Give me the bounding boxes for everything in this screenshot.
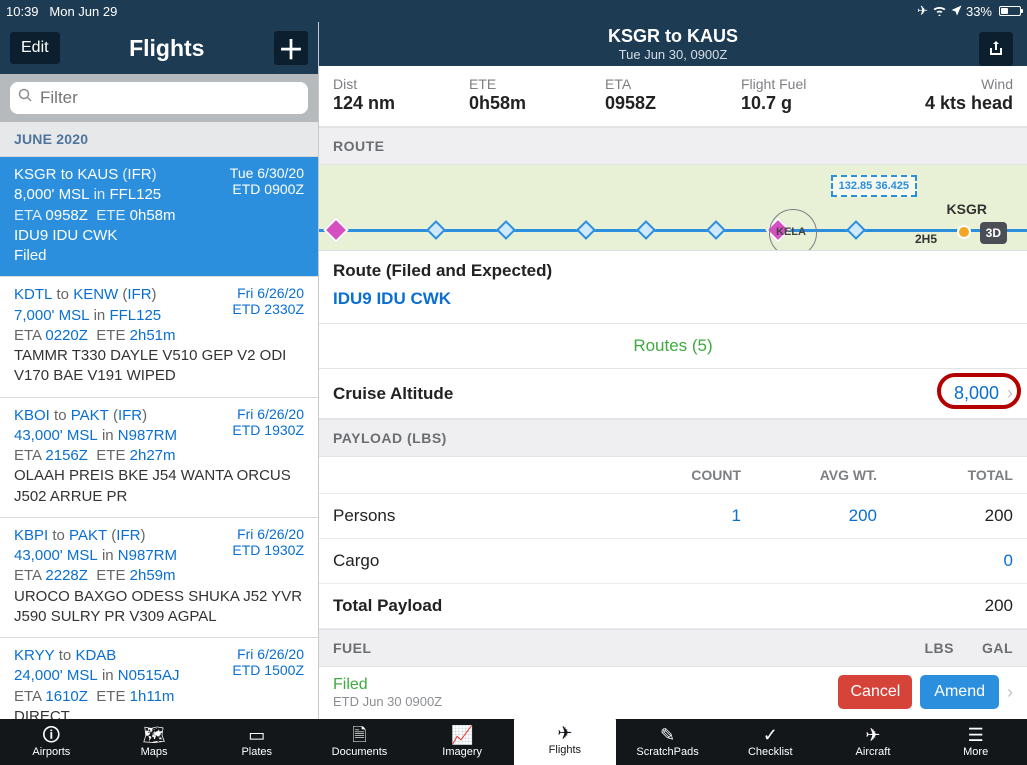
fuel-label: Flight Fuel	[741, 76, 877, 92]
route-section-header: ROUTE	[319, 127, 1027, 165]
aircraft-dot-icon	[957, 225, 971, 239]
tab-maps[interactable]: 🗺Maps	[103, 719, 206, 765]
payload-section-header: PAYLOAD (LBS)	[319, 419, 1027, 457]
dist-label: Dist	[333, 76, 469, 92]
wind-label: Wind	[877, 76, 1013, 92]
status-date: Mon Jun 29	[49, 4, 117, 19]
ksgr-label: KSGR	[947, 201, 987, 217]
tab-checklist[interactable]: ✓Checklist	[719, 719, 822, 765]
filed-row[interactable]: Filed ETD Jun 30 0900Z Cancel Amend ›	[319, 667, 1027, 719]
flight-list-item[interactable]: KSGR to KAUS (IFR)8,000' MSL in FFL125ET…	[0, 157, 318, 277]
edit-button[interactable]: Edit	[10, 32, 60, 64]
tab-flights[interactable]: ✈︎Flights	[514, 715, 617, 765]
cargo-total[interactable]: 0	[877, 551, 1013, 571]
persons-label: Persons	[333, 506, 605, 526]
detail-subtitle: Tue Jun 30, 0900Z	[608, 47, 738, 62]
persons-total: 200	[877, 506, 1013, 526]
filed-label: Filed	[333, 676, 442, 694]
cruise-label: Cruise Altitude	[333, 384, 453, 404]
eta-label: ETA	[605, 76, 741, 92]
wind-value: 4 kts head	[877, 93, 1013, 114]
filed-sub: ETD Jun 30 0900Z	[333, 694, 442, 709]
total-payload-value: 200	[877, 596, 1013, 616]
fuel-section-header: FUEL LBS GAL	[319, 629, 1027, 667]
detail-header: KSGR to KAUS Tue Jun 30, 0900Z	[319, 22, 1027, 66]
maps-icon: 🗺	[143, 726, 166, 744]
scratchpads-icon: ✎	[660, 726, 675, 744]
total-payload-label: Total Payload	[333, 596, 605, 616]
checklist-icon: ✓	[763, 726, 778, 744]
flight-list-item[interactable]: KDTL to KENW (IFR)7,000' MSL in FFL125ET…	[0, 277, 318, 397]
airplane-mode-icon: ✈︎	[917, 3, 928, 19]
filter-input[interactable]	[10, 82, 308, 114]
flight-list-item[interactable]: KBOI to PAKT (IFR)43,000' MSL in N987RME…	[0, 398, 318, 518]
route-block[interactable]: Route (Filed and Expected) IDU9 IDU CWK	[319, 251, 1027, 324]
total-header: TOTAL	[877, 467, 1013, 483]
more-icon: ☰	[968, 726, 984, 744]
sidebar-header: Edit Flights ＋	[0, 22, 318, 74]
highlight-annotation	[937, 373, 1021, 409]
month-header: JUNE 2020	[0, 122, 318, 157]
status-bar: 10:39 Mon Jun 29 ✈︎ 33%	[0, 0, 1027, 22]
aircraft-icon: ✈	[865, 726, 880, 744]
tab-bar: 🛈Airports 🗺Maps ▭Plates 🗎Documents 📈Imag…	[0, 719, 1027, 765]
cargo-label: Cargo	[333, 551, 605, 571]
route-title: Route (Filed and Expected)	[333, 261, 1013, 281]
kela-waypoint: KELA	[769, 209, 817, 251]
eta-value: 0958Z	[605, 93, 741, 114]
persons-row[interactable]: Persons 1 200 200	[319, 494, 1027, 539]
detail-title: KSGR to KAUS	[608, 26, 738, 47]
flight-list: KSGR to KAUS (IFR)8,000' MSL in FFL125ET…	[0, 157, 318, 719]
flight-stats: Dist124 nm ETE0h58m ETA0958Z Flight Fuel…	[319, 66, 1027, 127]
amend-button[interactable]: Amend	[920, 675, 999, 709]
battery-percent: 33%	[966, 4, 992, 19]
tab-more[interactable]: ☰More	[924, 719, 1027, 765]
flight-detail: KSGR to KAUS Tue Jun 30, 0900Z Dist124 n…	[318, 22, 1027, 719]
imagery-icon: 📈	[451, 726, 473, 744]
cruise-altitude-row[interactable]: Cruise Altitude 8,000 ›	[319, 369, 1027, 419]
flight-list-item[interactable]: KBPI to PAKT (IFR)43,000' MSL in N987RME…	[0, 518, 318, 638]
airports-icon: 🛈	[42, 726, 60, 744]
avgwt-header: AVG WT.	[741, 467, 877, 483]
sidebar-title: Flights	[60, 35, 274, 62]
route-map[interactable]: KELA 132.85 36.425 KSGR 2H5 3D	[319, 165, 1027, 251]
status-time: 10:39	[6, 4, 39, 19]
chevron-right-icon: ›	[1007, 682, 1013, 703]
ete-label: ETE	[469, 76, 605, 92]
lbs-header: LBS	[924, 640, 954, 656]
wifi-icon	[932, 4, 947, 19]
cargo-row[interactable]: Cargo 0	[319, 539, 1027, 584]
persons-count[interactable]: 1	[605, 506, 741, 526]
battery-icon	[999, 6, 1021, 16]
persons-avg[interactable]: 200	[741, 506, 877, 526]
payload-header-row: COUNT AVG WT. TOTAL	[319, 457, 1027, 494]
map-coordinates: 132.85 36.425	[831, 175, 917, 197]
route-value: IDU9 IDU CWK	[333, 289, 1013, 309]
map-3d-button[interactable]: 3D	[980, 222, 1007, 244]
tab-imagery[interactable]: 📈Imagery	[411, 719, 514, 765]
location-icon	[951, 4, 962, 19]
dist-value: 124 nm	[333, 93, 469, 114]
flights-icon: ✈︎	[557, 724, 572, 742]
routes-button[interactable]: Routes (5)	[319, 324, 1027, 369]
h2-label: 2H5	[915, 232, 937, 246]
search-icon	[18, 88, 33, 108]
tab-aircraft[interactable]: ✈Aircraft	[822, 719, 925, 765]
add-flight-button[interactable]: ＋	[274, 31, 308, 65]
tab-scratchpads[interactable]: ✎ScratchPads	[616, 719, 719, 765]
documents-icon: 🗎	[352, 726, 366, 744]
flight-list-item[interactable]: KRYY to KDAB24,000' MSL in N0515AJETA 16…	[0, 638, 318, 719]
share-button[interactable]	[979, 32, 1013, 66]
tab-plates[interactable]: ▭Plates	[205, 719, 308, 765]
ete-value: 0h58m	[469, 93, 605, 114]
tab-airports[interactable]: 🛈Airports	[0, 719, 103, 765]
total-payload-row: Total Payload 200	[319, 584, 1027, 629]
count-header: COUNT	[605, 467, 741, 483]
cancel-button[interactable]: Cancel	[838, 675, 912, 709]
gal-header: GAL	[982, 640, 1013, 656]
flights-sidebar: Edit Flights ＋ JUNE 2020 KSGR to KAUS (I…	[0, 22, 318, 719]
tab-documents[interactable]: 🗎Documents	[308, 719, 411, 765]
plates-icon: ▭	[248, 726, 265, 744]
fuel-value: 10.7 g	[741, 93, 877, 114]
